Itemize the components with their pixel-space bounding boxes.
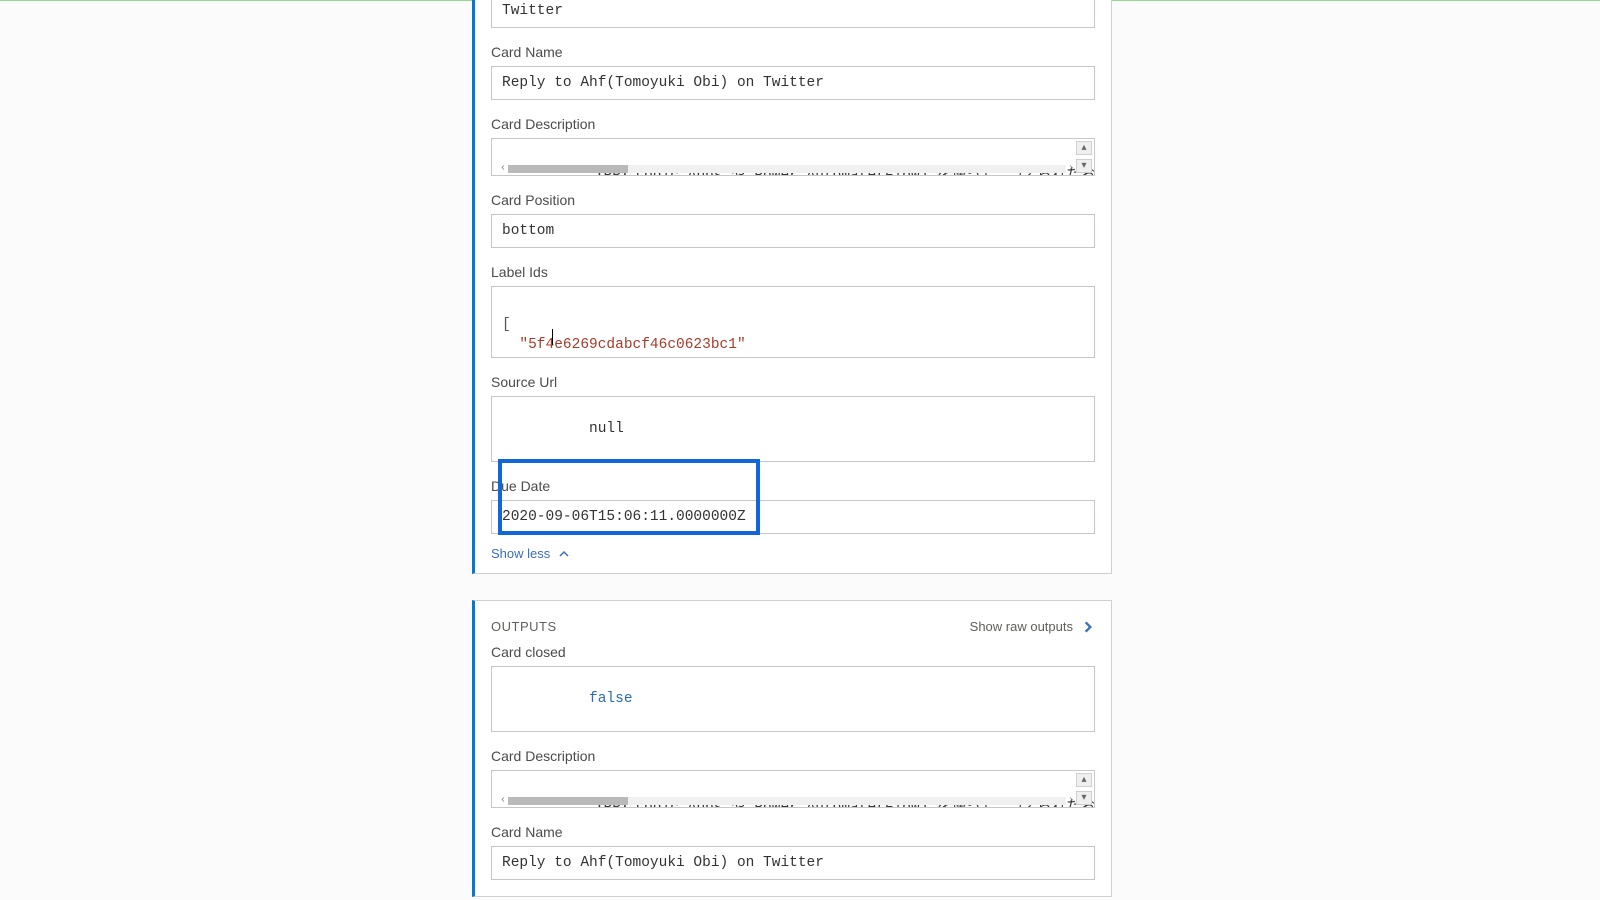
scroll-up-button[interactable]: ▴ <box>1076 773 1092 787</box>
source-url-text: null <box>589 421 624 437</box>
scroll-down-button[interactable]: ▾ <box>1076 791 1092 805</box>
field-card-position: Card Position bottom <box>491 192 1095 248</box>
card-closed-text: false <box>589 691 633 707</box>
label-ids-close: ] <box>502 357 511 358</box>
scroll-down-button[interactable]: ▾ <box>1076 159 1092 173</box>
card-name-value[interactable]: Reply to Ahf(Tomoyuki Obi) on Twitter <box>491 66 1095 100</box>
label-ids-value[interactable]: [ "5f4e6269cdabcf46c0623bc1" ] <box>491 286 1095 358</box>
scroll-thumb[interactable] <box>508 797 628 805</box>
card-name-label: Card Name <box>491 44 1095 60</box>
source-url-label: Source Url <box>491 374 1095 390</box>
card-closed-label: Card closed <box>491 644 1095 660</box>
run-details-column: Twitter Card Name Reply to Ahf(Tomoyuki … <box>472 0 1112 900</box>
show-less-label: Show less <box>491 546 550 561</box>
show-raw-outputs-label: Show raw outputs <box>970 619 1073 634</box>
field-card-description: Card Description 【PR】Logic Apps や Power … <box>491 116 1095 176</box>
scroll-right-icon[interactable]: › <box>1066 797 1076 805</box>
field-out-card-description: Card Description 【PR】Logic Apps や Power … <box>491 748 1095 808</box>
scroll-left-icon[interactable]: ‹ <box>498 797 508 805</box>
card-closed-value[interactable]: false <box>491 666 1095 732</box>
scroll-thumb[interactable] <box>508 165 628 173</box>
field-out-card-name: Card Name Reply to Ahf(Tomoyuki Obi) on … <box>491 824 1095 880</box>
h-scrollbar[interactable]: ‹ › <box>498 797 1076 805</box>
label-ids-string: "5f4e6269cdabcf46c0623bc1" <box>519 337 745 353</box>
out-card-description-value[interactable]: 【PR】Logic Apps や Power Automate(Flow) を使… <box>491 770 1095 808</box>
text-caret <box>552 329 553 345</box>
field-card-closed: Card closed false <box>491 644 1095 732</box>
label-ids-open: [ <box>502 317 511 333</box>
card-position-label: Card Position <box>491 192 1095 208</box>
source-url-value[interactable]: null <box>491 396 1095 462</box>
field-card-name: Card Name Reply to Ahf(Tomoyuki Obi) on … <box>491 44 1095 100</box>
outputs-header: OUTPUTS Show raw outputs <box>491 615 1095 644</box>
h-scrollbar[interactable]: ‹ › <box>498 165 1076 173</box>
card-description-label: Card Description <box>491 116 1095 132</box>
field-source-url: Source Url null <box>491 374 1095 462</box>
scroll-track[interactable] <box>508 165 1066 173</box>
field-twitter: Twitter <box>491 0 1095 28</box>
label-ids-label: Label Ids <box>491 264 1095 280</box>
show-raw-outputs-link[interactable]: Show raw outputs <box>970 619 1095 634</box>
out-card-name-label: Card Name <box>491 824 1095 840</box>
outputs-title: OUTPUTS <box>491 619 557 634</box>
out-card-description-label: Card Description <box>491 748 1095 764</box>
scroll-up-button[interactable]: ▴ <box>1076 141 1092 155</box>
chevron-up-icon <box>558 548 570 560</box>
card-description-value[interactable]: 【PR】Logic Apps や Power Automate(Flow) を使… <box>491 138 1095 176</box>
inputs-panel: Twitter Card Name Reply to Ahf(Tomoyuki … <box>472 0 1112 574</box>
scroll-right-icon[interactable]: › <box>1066 165 1076 173</box>
scroll-track[interactable] <box>508 797 1066 805</box>
card-position-value[interactable]: bottom <box>491 214 1095 248</box>
viewport: Twitter Card Name Reply to Ahf(Tomoyuki … <box>0 0 1600 900</box>
field-due-date: Due Date 2020-09-06T15:06:11.0000000Z <box>491 478 1095 534</box>
outputs-panel: OUTPUTS Show raw outputs Card closed fal… <box>472 600 1112 897</box>
twitter-value[interactable]: Twitter <box>491 0 1095 28</box>
show-less-link[interactable]: Show less <box>491 546 570 561</box>
field-label-ids: Label Ids [ "5f4e6269cdabcf46c0623bc1" ] <box>491 264 1095 358</box>
out-card-name-value[interactable]: Reply to Ahf(Tomoyuki Obi) on Twitter <box>491 846 1095 880</box>
due-date-value[interactable]: 2020-09-06T15:06:11.0000000Z <box>491 500 1095 534</box>
scroll-left-icon[interactable]: ‹ <box>498 165 508 173</box>
chevron-right-icon <box>1081 620 1095 634</box>
due-date-label: Due Date <box>491 478 1095 494</box>
